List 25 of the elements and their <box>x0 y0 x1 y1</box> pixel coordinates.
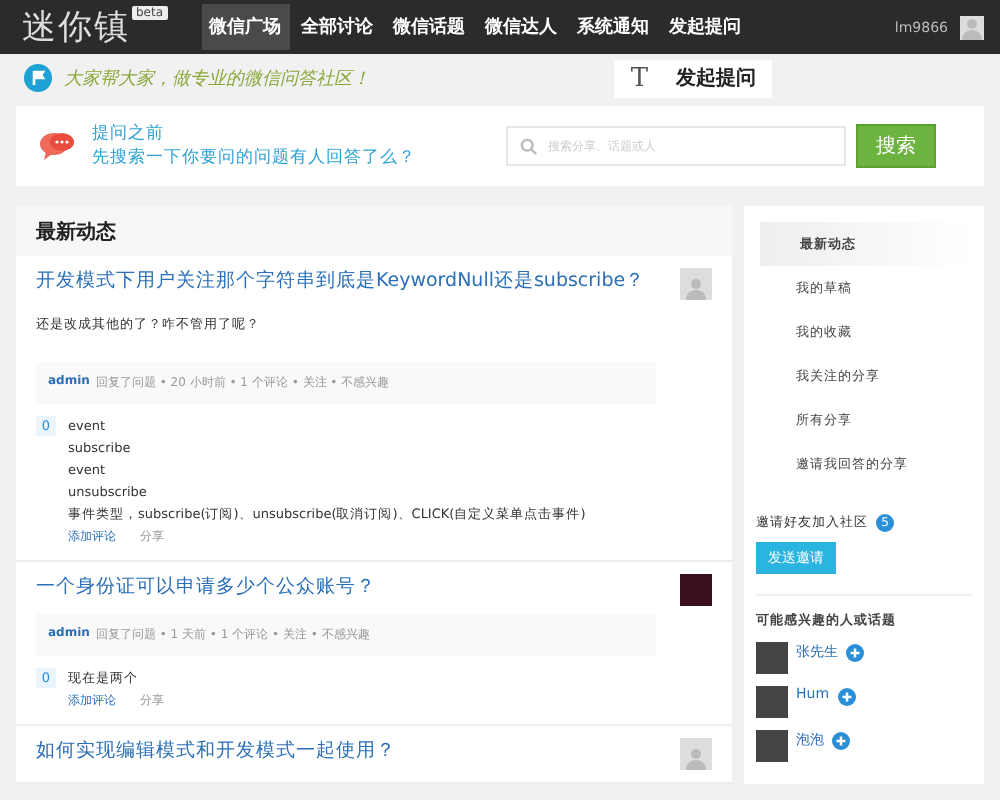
follow-plus-icon[interactable] <box>832 732 850 750</box>
flag-icon <box>24 64 52 92</box>
feed-title: 最新动态 <box>36 218 116 245</box>
question-title[interactable]: 一个身份证可以申请多少个公众账号？ <box>36 574 666 602</box>
nav-tab[interactable]: 微信话题 <box>385 4 474 50</box>
search-hint-text: 先搜索一下你要问的问题有人回答了么？ <box>92 146 416 170</box>
photo-placeholder[interactable] <box>756 686 788 718</box>
follow-plus-icon[interactable] <box>837 688 856 706</box>
ask-question-button[interactable]: T 发起提问 <box>614 59 772 97</box>
photo-placeholder[interactable] <box>680 574 712 606</box>
site-logo[interactable]: 迷你镇 <box>22 4 130 50</box>
chat-bubbles-icon <box>40 130 76 162</box>
photo-placeholder[interactable] <box>756 642 788 674</box>
slogan-text: 大家帮大家，做专业的微信问答社区！ <box>64 67 370 91</box>
search-hint-title: 提问之前 <box>92 122 166 146</box>
follow-plus-icon[interactable] <box>846 644 864 662</box>
nav-tab[interactable]: 微信广场 <box>201 4 290 50</box>
nav-tab[interactable]: 全部讨论 <box>293 4 382 50</box>
nav-tab[interactable]: 微信达人 <box>477 4 566 50</box>
avatar-icon[interactable] <box>960 15 984 39</box>
photo-placeholder[interactable] <box>756 730 788 762</box>
question-title[interactable]: 开发模式下用户关注那个字符串到底是KeywordNull还是subscribe？ <box>36 268 666 296</box>
nav-tab[interactable]: 发起提问 <box>661 4 750 50</box>
question-title[interactable]: 如何实现编辑模式和开发模式一起使用？ <box>36 738 666 766</box>
nav-tab[interactable]: 系统通知 <box>569 4 658 50</box>
